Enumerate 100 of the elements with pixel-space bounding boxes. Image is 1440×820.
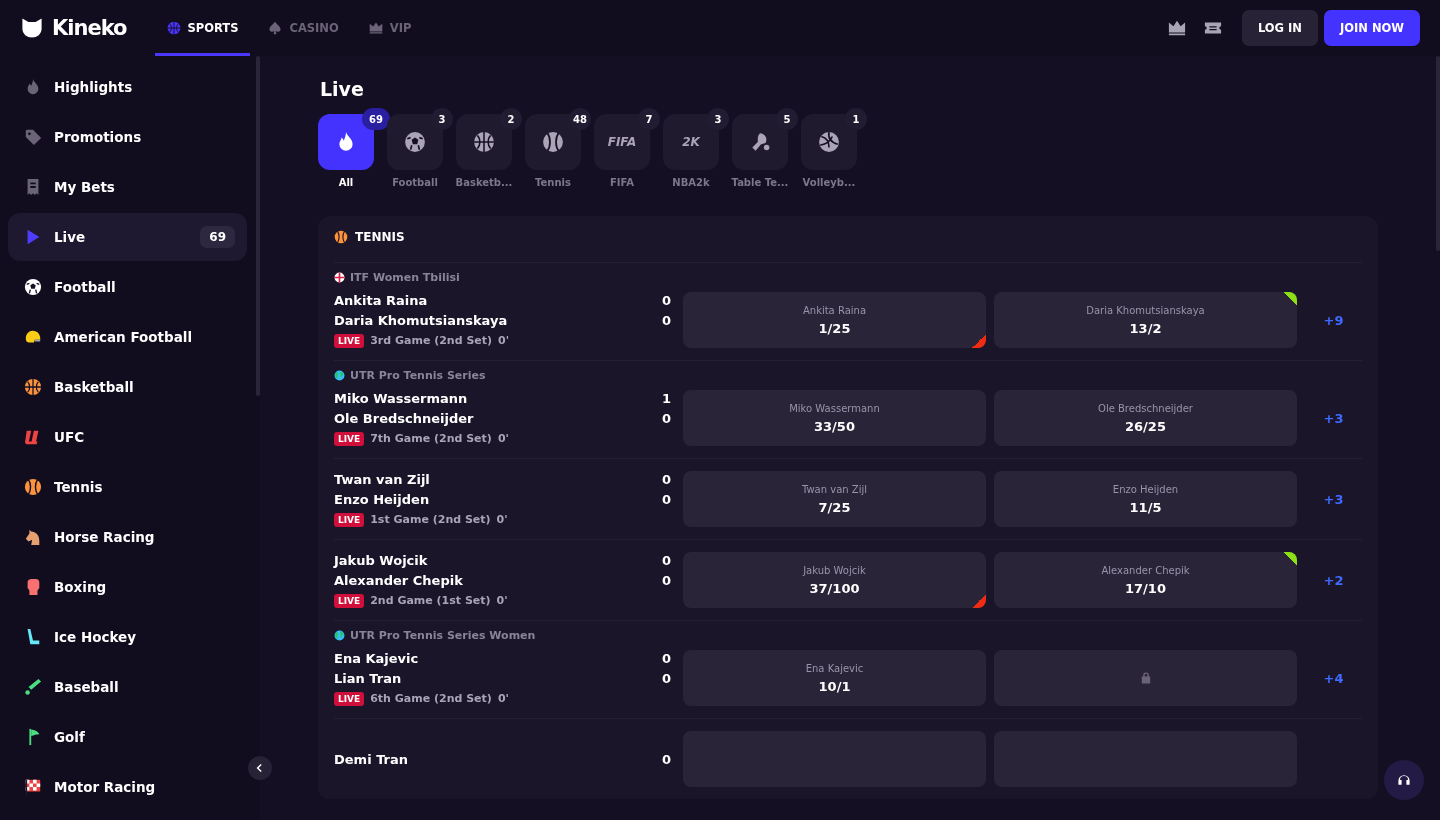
sidebar-item[interactable]: Golf <box>8 713 247 761</box>
sport-filter-label[interactable]: Volleyb... <box>802 177 856 188</box>
join-button[interactable]: JOIN NOW <box>1323 10 1420 46</box>
sidebar-item-label: Basketball <box>54 379 135 395</box>
sidebar-item-label: Ice Hockey <box>54 629 138 645</box>
sidebar-item[interactable]: Promotions <box>8 113 247 161</box>
odds-price: 7/25 <box>818 499 851 515</box>
sidebar-item-label: Motor Racing <box>54 779 157 795</box>
sport-filter-button[interactable] <box>456 114 512 170</box>
odds-button[interactable]: Ole Bredschneijder 26/25 <box>994 390 1297 446</box>
more-markets-link[interactable]: +3 <box>1305 490 1362 508</box>
team-name: Twan van Zijl <box>334 471 431 487</box>
odds-button[interactable]: Alexander Chepik 17/10 <box>994 552 1297 608</box>
score: 0 <box>661 650 672 666</box>
sport-filter-button[interactable] <box>732 114 788 170</box>
sport-filter-label[interactable]: Tennis <box>535 177 571 188</box>
odds-button[interactable]: Miko Wassermann 33/50 <box>683 390 986 446</box>
more-markets-link[interactable]: +2 <box>1305 571 1362 589</box>
sidebar-item[interactable]: Highlights <box>8 63 247 111</box>
support-button[interactable] <box>1384 760 1424 800</box>
sidebar-item[interactable]: UFC <box>8 413 247 461</box>
sport-logo-text: FIFA <box>607 135 637 149</box>
score: 0 <box>661 491 672 507</box>
league-name[interactable]: UTR Pro Tennis Series Women <box>350 629 536 642</box>
match-status: 1st Game (2nd Set) <box>370 513 491 526</box>
sidebar-item[interactable]: American Football <box>8 313 247 361</box>
sidebar-item-label: Live <box>54 229 87 245</box>
sidebar-item[interactable]: Boxing <box>8 563 247 611</box>
more-markets-link[interactable]: +4 <box>1305 669 1362 687</box>
odds-price: 17/10 <box>1125 580 1166 596</box>
team-name: Alexander Chepik <box>334 572 464 588</box>
sidebar-item[interactable]: Basketball <box>8 363 247 411</box>
odds-button[interactable]: Enzo Heijden 11/5 <box>994 471 1297 527</box>
sidebar-item[interactable]: Horse Racing <box>8 513 247 561</box>
sidebar-item[interactable]: Tennis <box>8 463 247 511</box>
sidebar-item-label: My Bets <box>54 179 116 195</box>
match-time: 0' <box>496 513 508 526</box>
cat-head-icon <box>20 16 44 40</box>
score: 0 <box>661 572 672 588</box>
more-markets-link[interactable]: +3 <box>1305 409 1362 427</box>
sport-filter-label[interactable]: Table Te... <box>731 177 789 188</box>
sidebar-item[interactable]: Baseball <box>8 663 247 711</box>
odds-button[interactable]: Twan van Zijl 7/25 <box>683 471 986 527</box>
count-badge: 3 <box>707 108 729 130</box>
logo-text[interactable]: Kineko <box>52 16 127 40</box>
more-markets-link[interactable]: +9 <box>1305 311 1362 329</box>
sidebar-item-label: Football <box>54 279 117 295</box>
collapse-button[interactable] <box>248 756 272 780</box>
live-badge: LIVE <box>334 691 365 706</box>
score: 0 <box>661 751 672 767</box>
horse-head-icon <box>24 528 42 546</box>
sport-filter-button[interactable] <box>387 114 443 170</box>
sidebar-item[interactable]: Football <box>8 263 247 311</box>
odds-label: Daria Khomutsianskaya <box>1086 304 1205 316</box>
globe-icon <box>334 370 345 381</box>
sport-filter-label[interactable]: Football <box>392 177 438 188</box>
sport-filter-label[interactable]: FIFA <box>610 177 634 188</box>
paddle-icon <box>749 131 771 153</box>
odds-button[interactable]: Ena Kajevic 10/1 <box>683 650 986 706</box>
match-status: 3rd Game (2nd Set) <box>370 334 493 347</box>
count-badge: 5 <box>776 108 798 130</box>
odds-label: Ankita Raina <box>802 304 867 316</box>
odds-price: 10/1 <box>818 678 851 694</box>
match-time: 0' <box>497 432 509 445</box>
team-name: Ole Bredschneijder <box>334 410 475 426</box>
odds-button[interactable]: Ankita Raina 1/25 <box>683 292 986 348</box>
login-button[interactable]: LOG IN <box>1241 10 1318 46</box>
league-name[interactable]: UTR Pro Tennis Series <box>350 369 486 382</box>
team-name: Jakub Wojcik <box>334 552 429 568</box>
score: 0 <box>661 292 672 308</box>
league-name[interactable]: ITF Women Tbilisi <box>350 271 460 284</box>
sidebar-item[interactable]: Live 69 <box>8 213 247 261</box>
odds-button[interactable]: Daria Khomutsianskaya 13/2 <box>994 292 1297 348</box>
team-name: Demi Tran <box>334 751 409 767</box>
page-title: Live <box>320 78 365 100</box>
match-status: 2nd Game (1st Set) <box>370 594 491 607</box>
sport-filter-label[interactable]: NBA2k <box>672 177 710 188</box>
live-badge: LIVE <box>334 512 365 527</box>
odds-button[interactable]: Jakub Wojcik 37/100 <box>683 552 986 608</box>
sidebar-item-label: Promotions <box>54 129 143 145</box>
sidebar-item[interactable]: My Bets <box>8 163 247 211</box>
count-badge: 7 <box>638 108 660 130</box>
round-flag-icon <box>334 272 345 283</box>
sidebar-item-label: Baseball <box>54 679 120 695</box>
sport-filter-label[interactable]: All <box>338 177 354 188</box>
sidebar-item-label: Boxing <box>54 579 108 595</box>
sport-filter-button[interactable] <box>801 114 857 170</box>
headset-icon <box>1396 772 1412 788</box>
odds-price: 37/100 <box>809 580 860 596</box>
volleyball-icon <box>818 131 840 153</box>
sidebar-item[interactable]: Ice Hockey <box>8 613 247 661</box>
globe-icon <box>334 630 345 641</box>
toolbar-button[interactable] <box>1167 19 1186 37</box>
sport-filter-label[interactable]: Basketb... <box>455 177 513 188</box>
sidebar-item-label: Highlights <box>54 79 134 95</box>
sidebar-item[interactable]: Motor Racing <box>8 763 247 811</box>
count-badge: 3 <box>431 108 453 130</box>
match-status: 7th Game (2nd Set) <box>370 432 492 445</box>
score: 0 <box>661 312 672 328</box>
sidebar-item-label: UFC <box>54 429 86 445</box>
